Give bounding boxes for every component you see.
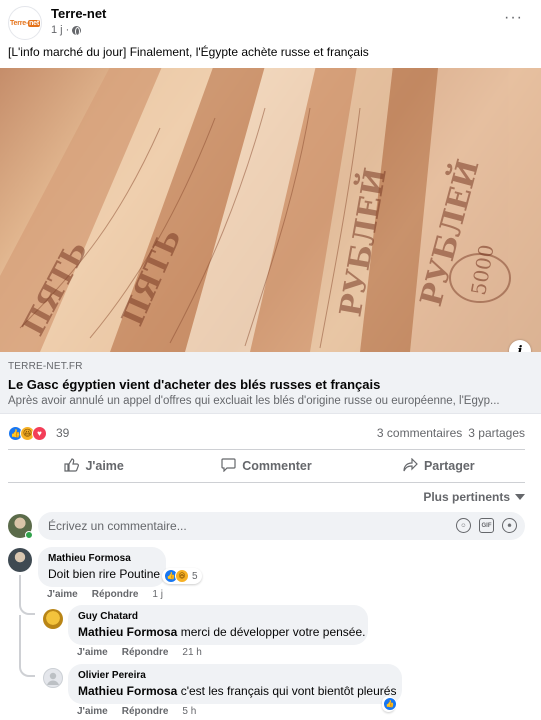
comment-input-tools: ☺ GIF ☻ bbox=[456, 518, 517, 533]
link-preview-image[interactable]: ПЯТЬ ПЯТЬ РУБЛЕЙ РУБЛЕЙ 5000 bbox=[0, 68, 541, 352]
caret-down-icon bbox=[515, 494, 525, 500]
comment-time[interactable]: 5 h bbox=[182, 706, 196, 717]
comment-time[interactable]: 21 h bbox=[182, 647, 201, 658]
gif-icon[interactable]: GIF bbox=[479, 518, 494, 533]
page-name[interactable]: Terre-net bbox=[51, 6, 106, 21]
comment-label: Commenter bbox=[242, 459, 312, 473]
love-icon: ♥ bbox=[32, 425, 47, 441]
sort-label: Plus pertinents bbox=[423, 490, 510, 504]
reply-thread-line bbox=[19, 575, 35, 615]
link-preview[interactable]: TERRE-NET.FR Le Gasc égyptien vient d'ac… bbox=[0, 352, 541, 414]
comment-icon bbox=[221, 457, 236, 475]
link-description: Après avoir annulé un appel d'offres qui… bbox=[8, 395, 500, 407]
thumbs-up-icon bbox=[64, 457, 80, 475]
share-icon bbox=[403, 457, 418, 475]
comment-button[interactable]: Commenter bbox=[180, 451, 352, 481]
reply-thread-line bbox=[19, 615, 35, 677]
reaction-summary[interactable]: 👍 😆 ♥ 39 bbox=[8, 424, 69, 442]
sticker-icon[interactable]: ☻ bbox=[502, 518, 517, 533]
facebook-post: Terre-net Terre-net 1 j · ··· [L'info ma… bbox=[0, 0, 541, 720]
emoji-icon[interactable]: ☺ bbox=[456, 518, 471, 533]
default-avatar-icon[interactable] bbox=[43, 668, 63, 688]
divider bbox=[8, 449, 525, 450]
comment-reaction-count: 5 bbox=[192, 570, 198, 582]
post-text: [L'info marché du jour] Finalement, l'Ég… bbox=[8, 45, 369, 59]
comment-actions: J'aime Répondre 1 j bbox=[47, 589, 163, 600]
comment-author[interactable]: Mathieu Formosa bbox=[48, 553, 156, 564]
engagement-counts: 3 commentaires 3 partages bbox=[377, 426, 525, 440]
comment-reply-link[interactable]: Répondre bbox=[92, 589, 139, 600]
page-avatar[interactable]: Terre-net bbox=[8, 6, 42, 40]
like-icon: 👍 bbox=[383, 697, 397, 711]
online-status-dot bbox=[25, 531, 33, 539]
commenter-avatar[interactable] bbox=[43, 609, 63, 629]
comment-text: Doit bien rire Poutine bbox=[48, 567, 161, 581]
comment-input-box[interactable]: ☺ GIF ☻ bbox=[38, 512, 525, 540]
comment-bubble: Guy Chatard Mathieu Formosa merci de dév… bbox=[68, 605, 368, 645]
comment-reply-link[interactable]: Répondre bbox=[122, 647, 169, 658]
post-meta: 1 j · bbox=[51, 24, 82, 36]
comment-like-link[interactable]: J'aime bbox=[47, 589, 78, 600]
comment-bubble: Olivier Pereira Mathieu Formosa c'est le… bbox=[68, 664, 402, 704]
comment-time[interactable]: 1 j bbox=[152, 589, 163, 600]
comment-text: Mathieu Formosa merci de développer votr… bbox=[78, 625, 366, 639]
comment-author[interactable]: Guy Chatard bbox=[78, 611, 358, 622]
comment-input[interactable] bbox=[48, 519, 438, 533]
reaction-count: 39 bbox=[56, 426, 70, 440]
shares-count[interactable]: 3 partages bbox=[468, 426, 525, 440]
link-domain: TERRE-NET.FR bbox=[8, 361, 83, 372]
divider bbox=[8, 482, 525, 483]
commenter-avatar[interactable] bbox=[8, 548, 32, 572]
comment-bubble: Mathieu Formosa Doit bien rire Poutine bbox=[38, 547, 166, 587]
comment-like-link[interactable]: J'aime bbox=[77, 706, 108, 717]
comment-reactions[interactable]: 👍 bbox=[382, 696, 397, 712]
page-logo: Terre-net bbox=[9, 19, 41, 27]
link-title[interactable]: Le Gasc égyptien vient d'acheter des blé… bbox=[8, 377, 380, 392]
comment-mention[interactable]: Mathieu Formosa bbox=[78, 684, 177, 698]
comment-sort-dropdown[interactable]: Plus pertinents bbox=[423, 490, 525, 504]
comment-actions: J'aime Répondre 5 h bbox=[77, 706, 196, 717]
comment-like-link[interactable]: J'aime bbox=[77, 647, 108, 658]
comment-reply-link[interactable]: Répondre bbox=[122, 706, 169, 717]
banknotes-illustration: ПЯТЬ ПЯТЬ РУБЛЕЙ РУБЛЕЙ 5000 bbox=[0, 68, 541, 352]
more-options-icon[interactable]: ··· bbox=[504, 10, 523, 26]
comment-author[interactable]: Olivier Pereira bbox=[78, 670, 392, 681]
post-time[interactable]: 1 j · bbox=[51, 24, 69, 36]
comment-text: Mathieu Formosa c'est les français qui v… bbox=[78, 684, 397, 698]
comment-mention[interactable]: Mathieu Formosa bbox=[78, 625, 177, 639]
like-label: J'aime bbox=[85, 459, 124, 473]
haha-icon: 😆 bbox=[175, 569, 189, 583]
share-label: Partager bbox=[423, 459, 475, 473]
like-button[interactable]: J'aime bbox=[8, 451, 180, 481]
post-actions: J'aime Commenter Partager bbox=[8, 451, 525, 481]
globe-icon bbox=[72, 25, 82, 36]
post-header: Terre-net Terre-net 1 j · ··· bbox=[8, 6, 533, 40]
comments-count[interactable]: 3 commentaires bbox=[377, 426, 462, 440]
comment-actions: J'aime Répondre 21 h bbox=[77, 647, 202, 658]
share-button[interactable]: Partager bbox=[353, 451, 525, 481]
comment-reactions[interactable]: 👍 😆 5 bbox=[162, 568, 202, 584]
